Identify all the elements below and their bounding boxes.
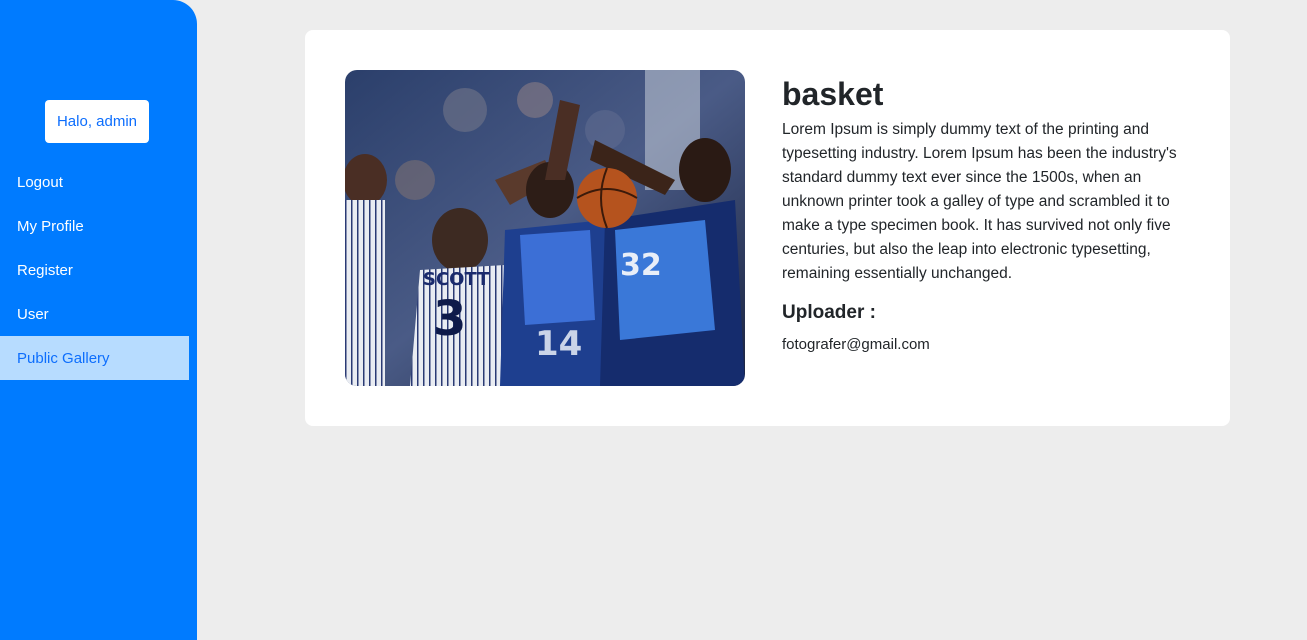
jersey-number-14: 14: [535, 324, 582, 364]
photo-detail-card: SCOTT 3 32 14 basket Lorem Ipsum is simp…: [305, 30, 1230, 426]
photo-description: Lorem Ipsum is simply dummy text of the …: [782, 121, 1177, 282]
jersey-number-32: 32: [620, 248, 662, 283]
sidebar: Halo, admin Logout My Profile Register U…: [0, 0, 197, 640]
photo-title: basket: [782, 76, 884, 112]
basketball-photo: SCOTT 3 32 14: [345, 70, 745, 386]
basketball-photo-image: SCOTT 3 32 14: [345, 70, 745, 386]
sidebar-item-logout[interactable]: Logout: [0, 160, 197, 204]
sidebar-item-my-profile[interactable]: My Profile: [0, 204, 197, 248]
greeting-button[interactable]: Halo, admin: [45, 100, 149, 143]
sidebar-item-register[interactable]: Register: [0, 248, 197, 292]
sidebar-item-public-gallery[interactable]: Public Gallery: [0, 336, 189, 380]
sidebar-item-user[interactable]: User: [0, 292, 197, 336]
jersey-name-text: SCOTT: [423, 269, 490, 290]
jersey-number-3: 3: [433, 291, 466, 347]
uploader-email: fotografer@gmail.com: [782, 336, 930, 353]
sidebar-nav: Logout My Profile Register User Public G…: [0, 160, 197, 380]
uploader-label: Uploader :: [782, 302, 876, 323]
